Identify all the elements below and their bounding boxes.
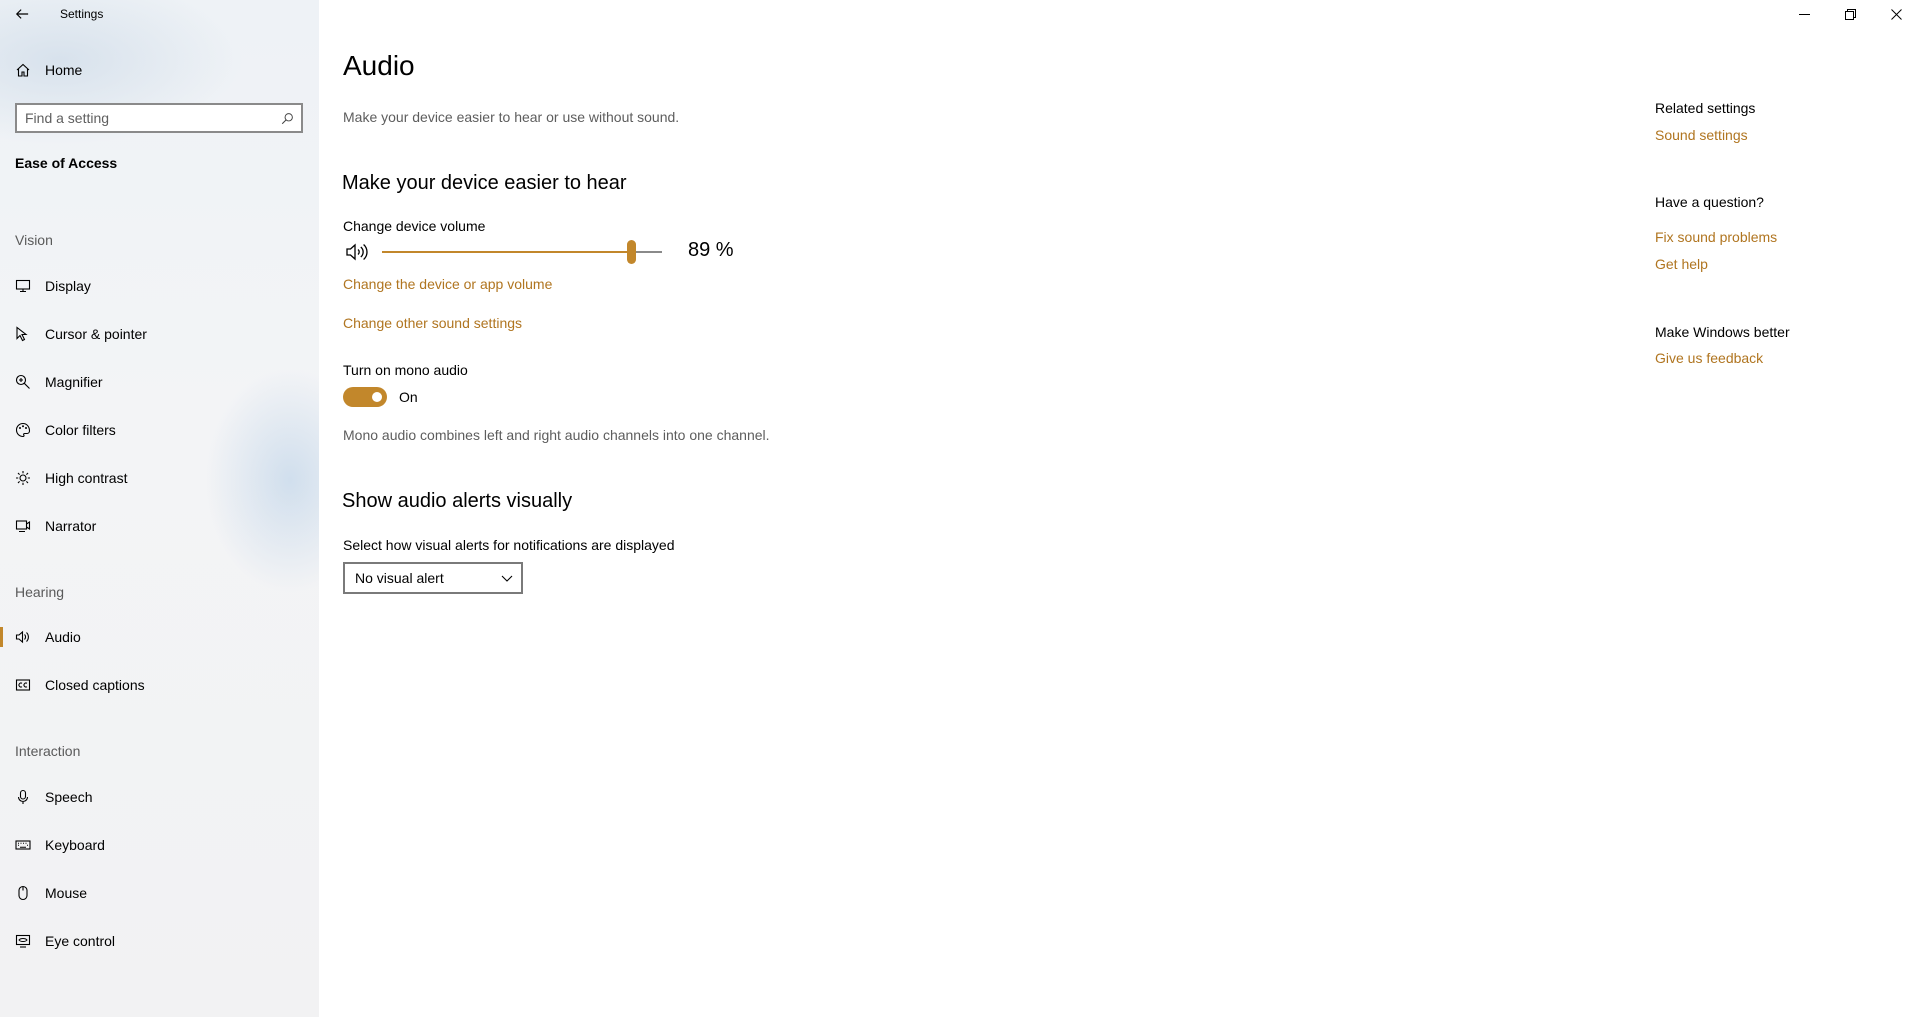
closed-captions-icon (14, 676, 32, 694)
sidebar-item-mouse[interactable]: Mouse (0, 875, 319, 911)
sidebar-item-label: Eye control (45, 933, 116, 949)
close-button[interactable] (1873, 0, 1919, 28)
question-heading: Have a question? (1655, 194, 1764, 210)
sidebar-item-label: High contrast (45, 470, 128, 486)
sidebar-item-cursor[interactable]: Cursor & pointer (0, 316, 319, 352)
change-other-sound-settings-link[interactable]: Change other sound settings (343, 315, 522, 331)
group-label-vision: Vision (15, 232, 53, 248)
volume-control: 89 % (345, 237, 765, 267)
sidebar-item-color-filters[interactable]: Color filters (0, 412, 319, 448)
volume-slider-thumb[interactable] (627, 240, 637, 264)
sidebar-item-label: Speech (45, 789, 93, 805)
microphone-icon (14, 788, 32, 806)
sidebar-item-magnifier[interactable]: Magnifier (0, 364, 319, 400)
sidebar-item-display[interactable]: Display (0, 268, 319, 304)
mono-audio-label: Turn on mono audio (343, 362, 468, 378)
sun-icon (14, 469, 32, 487)
sidebar-item-closed-captions[interactable]: Closed captions (0, 667, 319, 703)
sidebar: Settings Home Ease of Access Vision Disp… (0, 0, 319, 1017)
minimize-button[interactable] (1781, 0, 1827, 28)
mono-audio-toggle[interactable] (343, 387, 387, 407)
close-icon (1890, 8, 1902, 20)
sidebar-item-label: Color filters (45, 422, 116, 438)
home-icon (14, 61, 32, 79)
give-feedback-link[interactable]: Give us feedback (1655, 350, 1763, 366)
sidebar-item-home[interactable]: Home (0, 56, 319, 84)
window-controls (1781, 0, 1919, 28)
get-help-link[interactable]: Get help (1655, 256, 1708, 272)
narrator-icon (14, 517, 32, 535)
group-label-hearing: Hearing (15, 584, 65, 600)
sidebar-item-keyboard[interactable]: Keyboard (0, 827, 319, 863)
dropdown-selected-value: No visual alert (355, 570, 444, 586)
search-icon[interactable] (273, 112, 301, 125)
sidebar-item-eye-control[interactable]: Eye control (0, 923, 319, 959)
change-device-app-volume-link[interactable]: Change the device or app volume (343, 276, 552, 292)
page-description: Make your device easier to hear or use w… (343, 109, 680, 125)
sidebar-item-label: Magnifier (45, 374, 103, 390)
volume-value: 89 % (688, 239, 734, 261)
sound-settings-link[interactable]: Sound settings (1655, 127, 1748, 143)
keyboard-icon (14, 836, 32, 854)
search-input[interactable] (17, 105, 273, 131)
mono-audio-toggle-row: On (343, 387, 418, 407)
fix-sound-problems-link[interactable]: Fix sound problems (1655, 229, 1777, 245)
sidebar-item-audio[interactable]: Audio (0, 619, 319, 655)
volume-slider[interactable] (382, 240, 662, 264)
search-field[interactable] (15, 103, 303, 133)
page-title: Audio (343, 50, 415, 81)
sidebar-item-label: Home (45, 62, 83, 78)
minimize-icon (1798, 13, 1810, 15)
sidebar-item-label: Mouse (45, 885, 88, 901)
sidebar-item-narrator[interactable]: Narrator (0, 508, 319, 544)
sidebar-item-label: Cursor & pointer (45, 326, 147, 342)
sidebar-item-high-contrast[interactable]: High contrast (0, 460, 319, 496)
sidebar-item-label: Audio (45, 629, 81, 645)
sidebar-item-label: Narrator (45, 518, 97, 534)
sidebar-item-label: Closed captions (45, 677, 145, 693)
chevron-down-icon (501, 575, 513, 582)
mono-audio-description: Mono audio combines left and right audio… (343, 427, 770, 443)
alerts-heading: Show audio alerts visually (342, 490, 573, 512)
visual-alert-dropdown[interactable]: No visual alert (343, 562, 523, 594)
palette-icon (14, 421, 32, 439)
eye-control-icon (14, 932, 32, 950)
back-button[interactable] (0, 0, 44, 28)
sidebar-item-speech[interactable]: Speech (0, 779, 319, 815)
speaker-icon (14, 628, 32, 646)
group-label-interaction: Interaction (15, 743, 81, 759)
magnifier-icon (14, 373, 32, 391)
display-icon (14, 277, 32, 295)
main-content: Audio Make your device easier to hear or… (319, 0, 1919, 1017)
hear-heading: Make your device easier to hear (342, 172, 627, 194)
sidebar-item-label: Keyboard (45, 837, 105, 853)
toggle-knob (372, 392, 382, 402)
sidebar-item-label: Display (45, 278, 91, 294)
make-windows-better-heading: Make Windows better (1655, 324, 1790, 340)
mono-audio-state: On (399, 389, 418, 405)
restore-icon (1844, 8, 1856, 20)
app-title: Settings (60, 7, 104, 21)
section-header: Ease of Access (15, 155, 118, 171)
back-arrow-icon (15, 9, 29, 19)
volume-slider-fill (382, 251, 632, 253)
mouse-icon (14, 884, 32, 902)
app-titlebar: Settings (0, 0, 103, 28)
alerts-label: Select how visual alerts for notificatio… (343, 537, 675, 553)
cursor-icon (14, 325, 32, 343)
related-settings-heading: Related settings (1655, 100, 1756, 116)
restore-button[interactable] (1827, 0, 1873, 28)
volume-speaker-icon[interactable] (345, 241, 371, 263)
volume-label: Change device volume (343, 218, 486, 234)
